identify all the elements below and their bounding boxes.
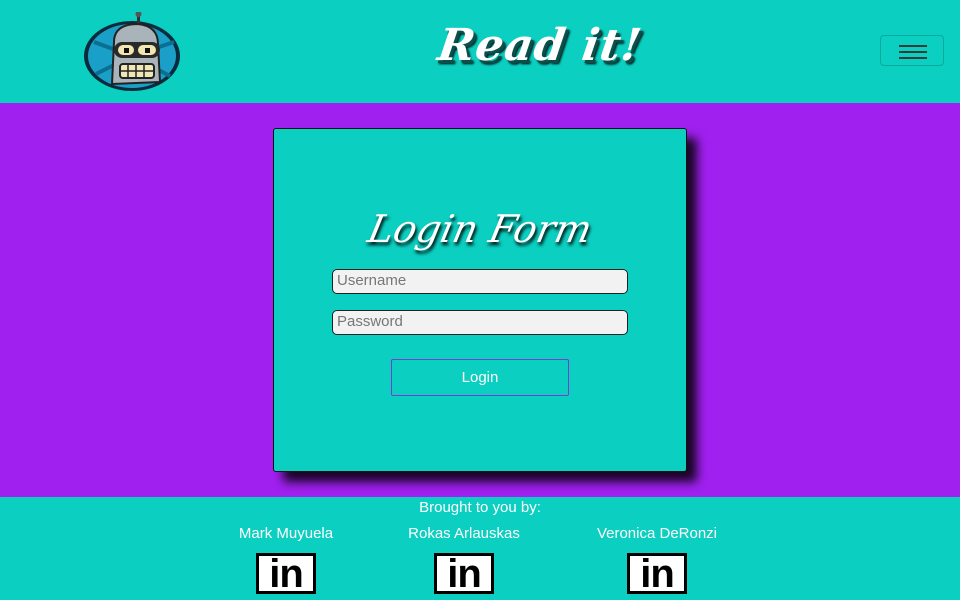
site-header: Read it!	[0, 0, 960, 103]
member-name: Mark Muyuela	[238, 525, 334, 542]
password-input[interactable]	[337, 313, 623, 330]
linkedin-icon[interactable]: in	[434, 553, 494, 594]
credits-label: Brought to you by:	[419, 499, 541, 516]
username-input[interactable]	[337, 272, 623, 289]
hamburger-menu-button[interactable]	[880, 35, 944, 66]
member-name: Veronica DeRonzi	[596, 525, 718, 542]
member-name: Rokas Arlauskas	[408, 525, 520, 542]
password-field[interactable]	[332, 310, 628, 335]
site-title: Read it!	[434, 20, 646, 71]
login-card: Login Form Login	[273, 128, 687, 472]
site-footer: Brought to you by: Mark Muyuela Rokas Ar…	[0, 497, 960, 600]
linkedin-icon[interactable]: in	[627, 553, 687, 594]
login-button[interactable]: Login	[391, 359, 569, 396]
hamburger-icon-line-2	[899, 51, 927, 53]
hamburger-icon-line-1	[899, 45, 927, 47]
main-content: Login Form Login	[0, 103, 960, 497]
username-field[interactable]	[332, 269, 628, 294]
hamburger-icon-line-3	[899, 57, 927, 59]
linkedin-icon[interactable]: in	[256, 553, 316, 594]
robot-head-logo-icon[interactable]	[84, 11, 182, 92]
login-form-title: Login Form	[364, 207, 596, 251]
